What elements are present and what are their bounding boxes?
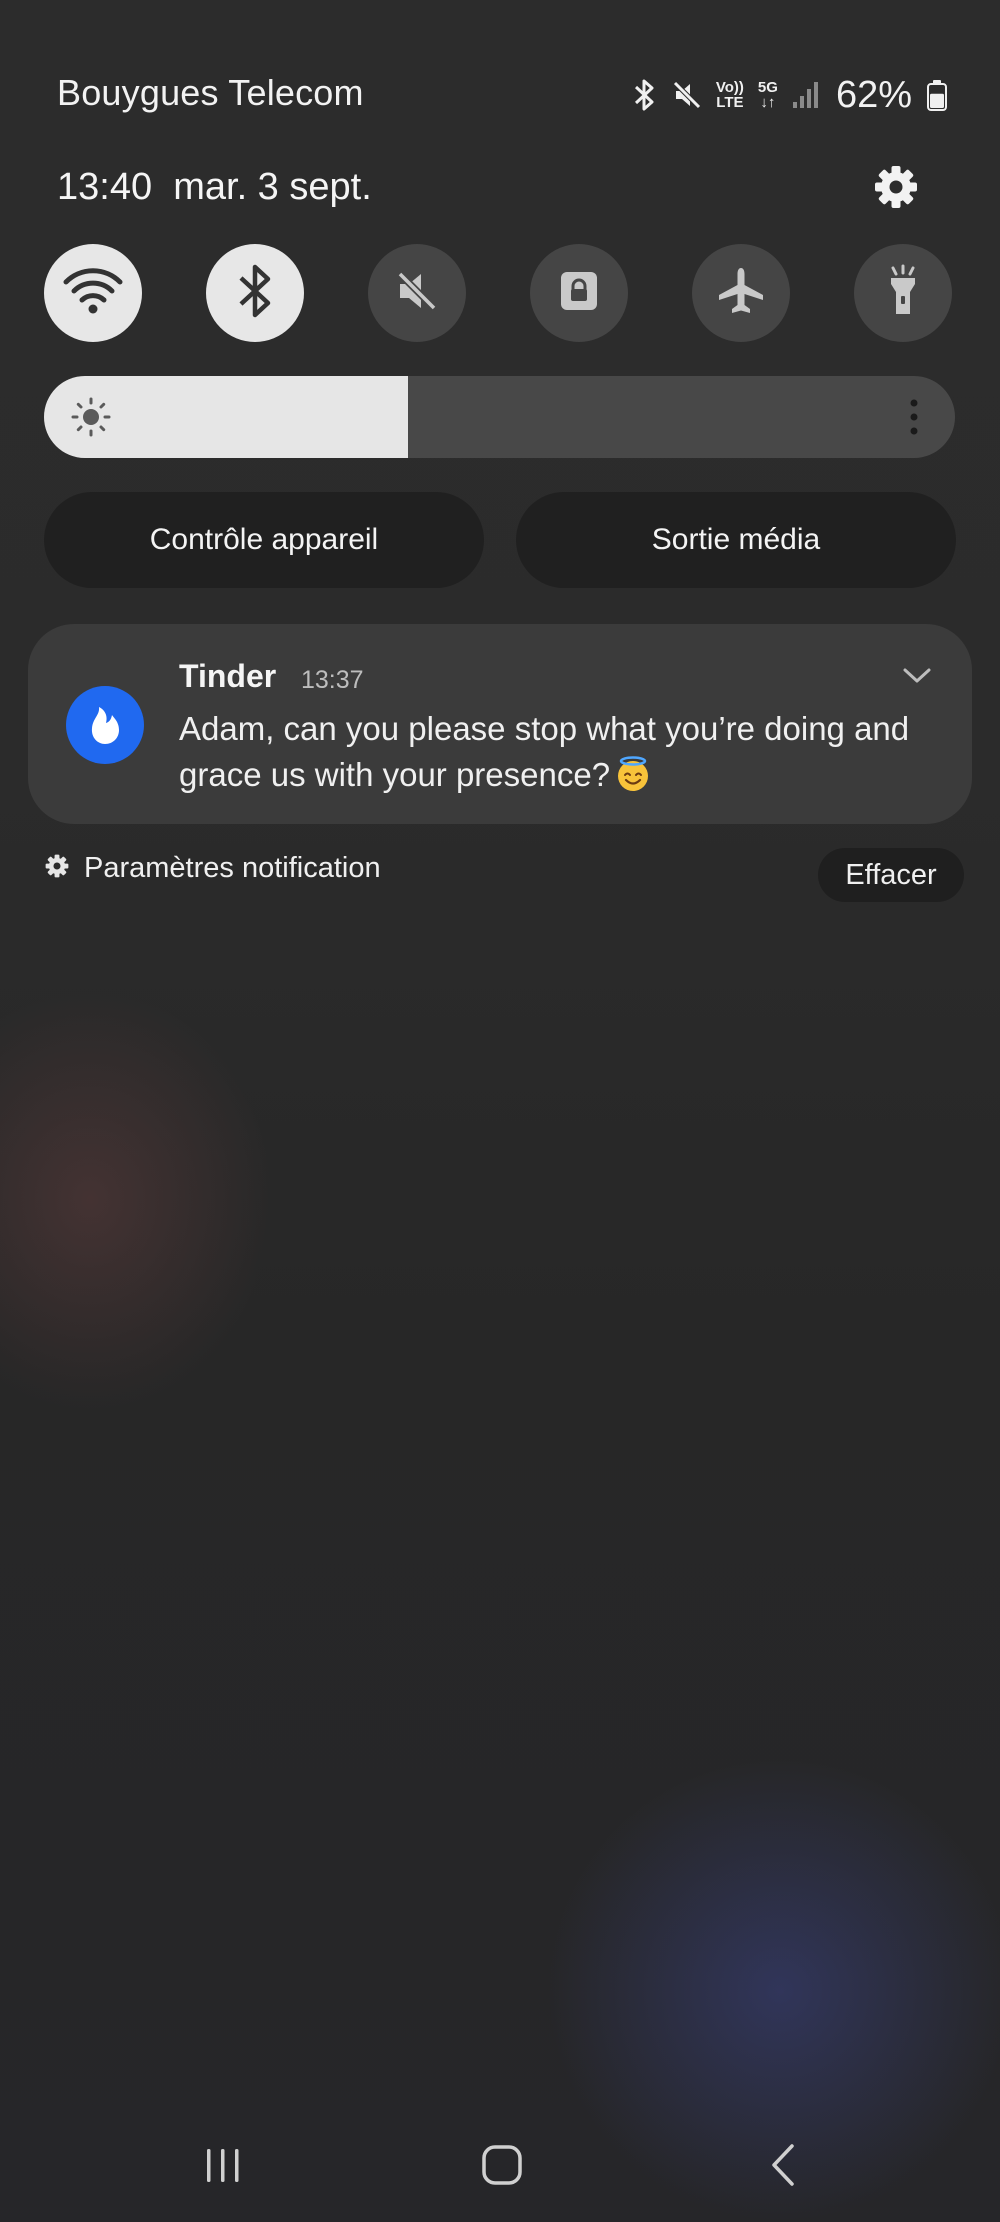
wifi-icon [62, 266, 124, 321]
tinder-flame-icon [66, 686, 144, 764]
brightness-slider[interactable] [44, 376, 955, 458]
notification-message-block: Adam, can you please stop what you’re do… [179, 706, 919, 798]
bluetooth-icon [235, 263, 275, 324]
media-output-button[interactable]: Sortie média [516, 492, 956, 588]
flashlight-tile[interactable] [854, 244, 952, 342]
airplane-icon [715, 265, 767, 322]
date-time: 13:40 mar. 3 sept. [57, 166, 372, 209]
wifi-tile[interactable] [44, 244, 142, 342]
signal-icon [792, 80, 820, 110]
gear-icon [44, 853, 70, 884]
bluetooth-icon [632, 78, 658, 112]
5g-data-icon: 5G ↓↑ [758, 80, 778, 110]
mute-icon [672, 80, 702, 110]
more-options-icon[interactable] [909, 396, 919, 438]
tinder-notification[interactable]: Tinder 13:37 Adam, can you please stop w… [28, 624, 972, 824]
notification-settings-label: Paramètres notification [84, 852, 381, 884]
bluetooth-tile[interactable] [206, 244, 304, 342]
settings-gear-icon[interactable] [872, 163, 920, 211]
notification-time: 13:37 [301, 666, 364, 694]
data-arrows: ↓↑ [760, 94, 776, 111]
network-label: 5G [757, 79, 778, 96]
sound-mute-tile[interactable] [368, 244, 466, 342]
carrier-name: Bouygues Telecom [57, 72, 364, 113]
device-control-button[interactable]: Contrôle appareil [44, 492, 484, 588]
screen-lock-tile[interactable] [530, 244, 628, 342]
home-button[interactable] [472, 2140, 532, 2190]
battery-percent: 62% [835, 73, 912, 116]
clear-notifications-button[interactable]: Effacer [818, 848, 964, 902]
recent-apps-icon [193, 2149, 253, 2194]
brightness-sun-icon [70, 396, 112, 438]
notification-settings-link[interactable]: Paramètres notification [44, 852, 381, 885]
home-icon [472, 2145, 532, 2194]
status-icons: Vo)) LTE 5G ↓↑ 62% [632, 70, 948, 120]
flashlight-icon [883, 264, 923, 323]
smiling-face-with-halo-icon [614, 755, 652, 793]
airplane-mode-tile[interactable] [692, 244, 790, 342]
back-chevron-icon [752, 2144, 812, 2194]
notification-app-name: Tinder [179, 658, 277, 694]
rotation-lock-icon [557, 268, 601, 319]
volte-icon: Vo)) LTE [716, 80, 744, 110]
battery-icon [926, 79, 948, 111]
volte-bottom-label: LTE [716, 94, 744, 111]
mute-icon [394, 268, 440, 319]
date-label: mar. 3 sept. [173, 166, 372, 208]
chevron-down-icon[interactable] [902, 666, 932, 686]
notification-message: Adam, can you please stop what you’re do… [179, 710, 910, 793]
volte-top-label: Vo)) [715, 79, 744, 96]
clock-time: 13:40 [57, 166, 153, 208]
back-button[interactable] [752, 2140, 812, 2190]
recent-apps-button[interactable] [193, 2140, 253, 2190]
